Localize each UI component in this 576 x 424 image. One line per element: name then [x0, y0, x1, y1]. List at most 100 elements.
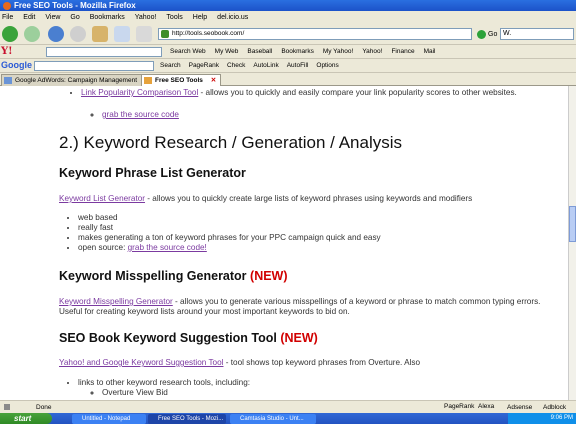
menu-file[interactable]: File: [2, 14, 13, 21]
phrase-desc: - allows you to quickly create large lis…: [145, 194, 473, 203]
yahoo-my-web[interactable]: My Web: [215, 48, 239, 55]
web-search-input[interactable]: W.: [500, 28, 574, 40]
status-pagerank[interactable]: PageRank: [444, 403, 474, 410]
go-button[interactable]: Go: [477, 30, 497, 39]
yahoo-logo[interactable]: Y!: [1, 46, 13, 57]
status-adblock[interactable]: Adblock: [543, 404, 566, 411]
google-search[interactable]: Search: [160, 62, 181, 69]
status-adsense[interactable]: Adsense: [507, 404, 532, 411]
heading-suggestion-text: SEO Book Keyword Suggestion Tool: [59, 331, 277, 345]
heading-suggestion: SEO Book Keyword Suggestion Tool (NEW): [59, 331, 559, 345]
status-bar: Done PageRank Alexa Adsense Adblock: [0, 400, 576, 413]
go-label: Go: [488, 31, 498, 38]
start-button[interactable]: start: [0, 413, 52, 424]
window-title: Free SEO Tools - Mozilla Firefox: [14, 1, 136, 10]
heading-misspelling: Keyword Misspelling Generator (NEW): [59, 269, 559, 283]
menu-edit[interactable]: Edit: [23, 14, 35, 21]
web-search-value: W.: [503, 30, 512, 37]
go-icon: [477, 30, 486, 39]
phrase-paragraph: Keyword List Generator - allows you to q…: [59, 194, 559, 204]
address-url: http://tools.seobook.com/: [172, 30, 245, 37]
yahoo-finance[interactable]: Finance: [391, 48, 414, 55]
system-tray: 9:06 PM: [508, 413, 576, 424]
navigation-toolbar: http://tools.seobook.com/ Go W.: [0, 23, 576, 45]
reload-icon[interactable]: [48, 26, 64, 42]
tab-close-icon[interactable]: ✕: [211, 77, 216, 84]
list-item: really fast: [78, 223, 556, 233]
list-item: open source: grab the source code!: [78, 243, 556, 253]
heading-misspelling-text: Keyword Misspelling Generator: [59, 269, 247, 283]
google-search-input[interactable]: [34, 61, 154, 71]
tab-free-seo-tools-label: Free SEO Tools: [155, 77, 203, 84]
top-source-link[interactable]: grab the source code: [102, 110, 179, 119]
tab-favicon-icon: [144, 77, 152, 84]
stop-icon[interactable]: [70, 26, 86, 42]
yahoo-mail[interactable]: Mail: [424, 48, 436, 55]
task-firefox[interactable]: Free SEO Tools - Mozi...: [148, 414, 226, 424]
menu-yahoo[interactable]: Yahoo!: [135, 14, 157, 21]
task-notepad[interactable]: Untitled - Notepad: [72, 414, 146, 424]
google-pagerank[interactable]: PageRank: [189, 62, 219, 69]
google-check[interactable]: Check: [227, 62, 245, 69]
menu-tools[interactable]: Tools: [166, 14, 182, 21]
list-item: makes generating a ton of keyword phrase…: [78, 233, 556, 243]
google-logo[interactable]: Google: [1, 60, 32, 70]
menu-help[interactable]: Help: [193, 14, 207, 21]
yahoo-search-input[interactable]: [46, 47, 162, 57]
status-alexa[interactable]: Alexa: [478, 403, 494, 410]
list-item: grab the source code: [102, 110, 552, 120]
menu-view[interactable]: View: [45, 14, 60, 21]
yahoo-bookmarks[interactable]: Bookmarks: [281, 48, 314, 55]
vertical-scrollbar[interactable]: [568, 86, 576, 400]
tab-bar: Google AdWords: Campaign Management Free…: [0, 73, 576, 86]
print-icon[interactable]: [136, 26, 152, 42]
tab-adwords[interactable]: Google AdWords: Campaign Management: [1, 74, 143, 86]
list-item: links to other keyword research tools, i…: [78, 378, 556, 388]
new-badge: (NEW): [250, 269, 288, 283]
keyword-suggestion-link[interactable]: Yahoo! and Google Keyword Suggestion Too…: [59, 358, 223, 367]
suggest-paragraph: Yahoo! and Google Keyword Suggestion Too…: [59, 358, 559, 368]
link-popularity-link[interactable]: Link Popularity Comparison Tool: [81, 88, 198, 97]
suggest-desc: - tool shows top keyword phrases from Ov…: [223, 358, 421, 367]
back-icon[interactable]: [2, 26, 18, 42]
task-camtasia[interactable]: Camtasia Studio - Unt...: [230, 414, 316, 424]
status-text: Done: [36, 404, 52, 411]
phrase-features: web based really fast makes generating a…: [56, 213, 556, 253]
google-toolbar: Google Search PageRank Check AutoLink Au…: [0, 59, 576, 73]
yahoo-search-web[interactable]: Search Web: [170, 48, 206, 55]
new-badge: (NEW): [280, 331, 318, 345]
yahoo-my-yahoo[interactable]: My Yahoo!: [323, 48, 353, 55]
yahoo-baseball[interactable]: Baseball: [247, 48, 272, 55]
clock: 9:06 PM: [550, 415, 573, 421]
yahoo-toolbar: Y! Search Web My Web Baseball Bookmarks …: [0, 45, 576, 59]
tab-free-seo-tools[interactable]: Free SEO Tools ✕: [141, 74, 222, 86]
forward-icon[interactable]: [24, 26, 40, 42]
tab-favicon-icon: [4, 77, 12, 84]
misspell-paragraph: Keyword Misspelling Generator - allows y…: [59, 297, 559, 317]
link-popularity-desc: - allows you to quickly and easily compa…: [198, 88, 517, 97]
suggest-list: links to other keyword research tools, i…: [56, 378, 556, 388]
phrase-source-link[interactable]: grab the source code!: [128, 243, 207, 252]
suggest-sub-list: Overture View Bid: [72, 388, 552, 398]
section-title: 2.) Keyword Research / Generation / Anal…: [59, 133, 402, 152]
window-titlebar: Free SEO Tools - Mozilla Firefox: [0, 0, 576, 11]
open-source-label: open source:: [78, 243, 128, 252]
home-icon[interactable]: [92, 26, 108, 42]
list-item: web based: [78, 213, 556, 223]
yahoo-yahoo[interactable]: Yahoo!: [362, 48, 382, 55]
menu-delicious[interactable]: del.icio.us: [217, 14, 248, 21]
address-bar[interactable]: http://tools.seobook.com/: [158, 28, 472, 40]
grip-icon: [4, 404, 10, 410]
keyword-list-generator-link[interactable]: Keyword List Generator: [59, 194, 145, 203]
keyword-misspelling-link[interactable]: Keyword Misspelling Generator: [59, 297, 173, 306]
google-autolink[interactable]: AutoLink: [253, 62, 278, 69]
menu-bookmarks[interactable]: Bookmarks: [90, 14, 125, 21]
mail-icon[interactable]: [114, 26, 130, 42]
menu-bar: File Edit View Go Bookmarks Yahoo! Tools…: [0, 11, 576, 23]
google-autofill[interactable]: AutoFill: [287, 62, 309, 69]
menu-go[interactable]: Go: [70, 14, 79, 21]
firefox-icon: [3, 2, 11, 10]
scrollbar-thumb[interactable]: [569, 206, 576, 242]
page-content: Link Popularity Comparison Tool - allows…: [0, 86, 568, 400]
google-options[interactable]: Options: [316, 62, 338, 69]
